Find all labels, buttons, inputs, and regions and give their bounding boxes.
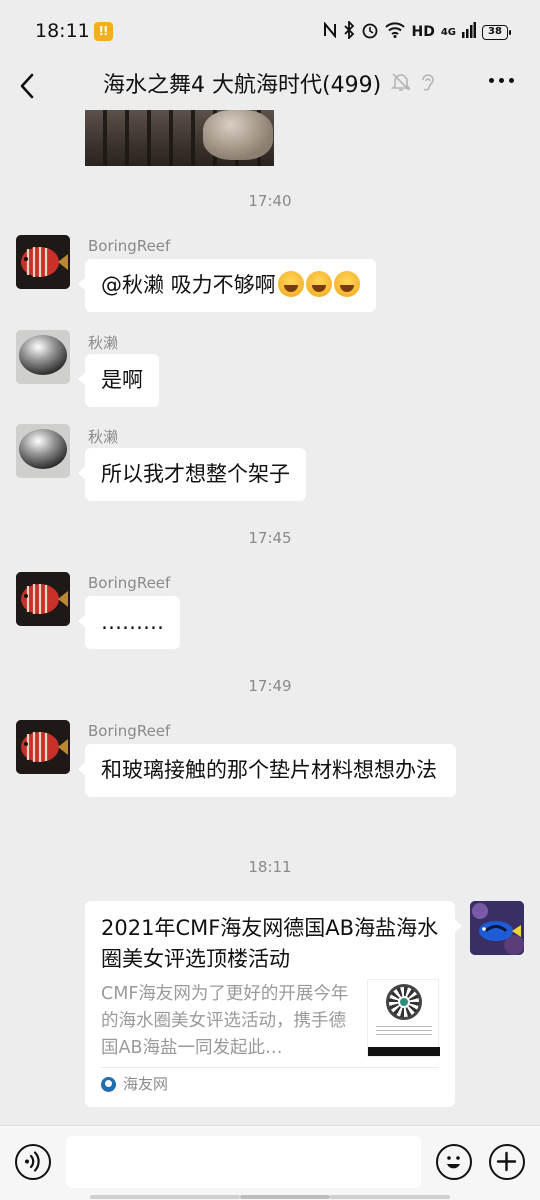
nav-indicator bbox=[240, 1195, 330, 1199]
fish-avatar-icon bbox=[16, 720, 70, 774]
sender-name: BoringReef bbox=[88, 722, 171, 740]
input-bar bbox=[0, 1125, 540, 1200]
message-bubble[interactable]: 所以我才想整个架子 bbox=[78, 448, 306, 501]
nav-indicator bbox=[90, 1195, 240, 1199]
back-button[interactable] bbox=[16, 68, 46, 102]
wifi-icon bbox=[385, 22, 406, 42]
link-card-message[interactable]: 2021年CMF海友网德国AB海盐海水圈美女评选顶楼活动 CMF海友网为了更好的… bbox=[85, 901, 462, 1107]
voice-icon bbox=[25, 1151, 40, 1172]
gesture-bar bbox=[0, 1194, 540, 1200]
message-text: 所以我才想整个架子 bbox=[101, 462, 290, 486]
sender-name: 秋濑 bbox=[88, 428, 119, 446]
chevron-left-icon bbox=[20, 73, 34, 99]
message-text: @秋濑 吸力不够啊 bbox=[101, 273, 276, 297]
nfc-icon bbox=[323, 21, 337, 42]
avatar[interactable] bbox=[16, 720, 70, 774]
message-text: 是啊 bbox=[101, 368, 143, 392]
fish-avatar-icon bbox=[16, 235, 70, 289]
chat-message-list[interactable]: 17:40 BoringReef @秋濑 吸力不够啊 秋濑 是啊 秋濑 所以我才… bbox=[0, 110, 540, 1125]
message-text: ……… bbox=[101, 610, 164, 634]
card-source: 海友网 bbox=[123, 1075, 169, 1093]
network-type: HD bbox=[411, 24, 435, 40]
message-bubble[interactable]: @秋濑 吸力不够啊 bbox=[78, 259, 376, 312]
avatar[interactable] bbox=[16, 424, 70, 478]
image-message[interactable] bbox=[85, 110, 274, 166]
app-notification-icon: ǃǃ bbox=[94, 22, 113, 41]
thumbnail-footer bbox=[368, 1047, 440, 1056]
card-description: CMF海友网为了更好的开展今年的海水圈美女评选活动，携手德国AB海盐一同发起此… bbox=[101, 984, 349, 1058]
avatar[interactable] bbox=[16, 330, 70, 384]
nav-indicator bbox=[330, 1195, 450, 1199]
plus-icon bbox=[496, 1151, 517, 1172]
status-icons: HD 4G 38 bbox=[323, 19, 511, 44]
message-timestamp: 17:49 bbox=[248, 677, 292, 695]
message-bubble[interactable]: ……… bbox=[78, 596, 180, 649]
avatar[interactable] bbox=[16, 235, 70, 289]
source-logo-icon bbox=[101, 1077, 116, 1092]
card-thumbnail bbox=[367, 979, 440, 1057]
more-options-button[interactable] bbox=[489, 78, 514, 83]
status-time: 18:11 bbox=[35, 20, 90, 42]
divider bbox=[101, 1067, 439, 1068]
alarm-icon bbox=[361, 21, 379, 43]
joy-icon bbox=[333, 271, 360, 297]
sender-name: 秋濑 bbox=[88, 334, 119, 352]
chat-title: 海水之舞4 大航海时代(499) bbox=[103, 73, 382, 98]
fish-avatar-icon bbox=[16, 572, 70, 626]
message-input[interactable] bbox=[66, 1136, 421, 1188]
cellular-type: 4G bbox=[440, 26, 456, 38]
mute-icon bbox=[390, 71, 412, 93]
logo-icon bbox=[398, 996, 410, 1008]
smiley-icon bbox=[447, 1156, 460, 1169]
status-bar: 18:11 ǃǃ HD 4G 38 bbox=[0, 0, 540, 60]
voice-input-button[interactable] bbox=[15, 1144, 51, 1180]
signal-icon bbox=[462, 22, 476, 42]
battery-icon: 38 bbox=[482, 24, 511, 40]
sender-name: BoringReef bbox=[88, 574, 171, 592]
dot-icon bbox=[509, 78, 514, 83]
avatar[interactable] bbox=[16, 572, 70, 626]
pearl-avatar-icon bbox=[16, 330, 70, 384]
blue-tang-avatar-icon bbox=[470, 901, 524, 955]
image-content bbox=[203, 110, 273, 160]
earpiece-icon bbox=[416, 71, 438, 93]
dot-icon bbox=[489, 78, 494, 83]
thumbnail-text-lines bbox=[376, 1026, 432, 1038]
sender-name: BoringReef bbox=[88, 237, 171, 255]
bluetooth-icon bbox=[343, 19, 355, 43]
message-timestamp: 18:11 bbox=[248, 858, 292, 876]
emoji-button[interactable] bbox=[436, 1144, 472, 1180]
chat-header: 海水之舞4 大航海时代(499) bbox=[0, 60, 540, 110]
joy-icon bbox=[277, 271, 304, 297]
message-timestamp: 17:45 bbox=[248, 529, 292, 547]
message-timestamp: 17:40 bbox=[248, 192, 292, 210]
joy-icon bbox=[305, 271, 332, 297]
message-bubble[interactable]: 和玻璃接触的那个垫片材料想想办法 bbox=[78, 744, 456, 797]
pearl-avatar-icon bbox=[16, 424, 70, 478]
my-avatar[interactable] bbox=[470, 901, 524, 955]
card-title: 2021年CMF海友网德国AB海盐海水圈美女评选顶楼活动 bbox=[101, 916, 439, 971]
message-bubble[interactable]: 是啊 bbox=[78, 354, 159, 407]
more-functions-button[interactable] bbox=[489, 1144, 525, 1180]
message-text: 和玻璃接触的那个垫片材料想想办法 bbox=[101, 758, 437, 782]
dot-icon bbox=[499, 78, 504, 83]
